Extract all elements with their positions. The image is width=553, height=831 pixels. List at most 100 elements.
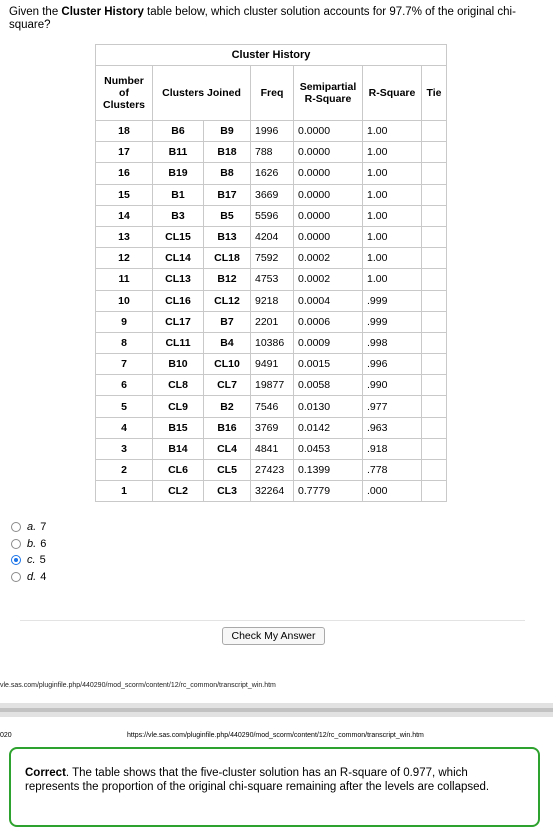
cell-rsquare: .998: [362, 331, 422, 355]
cell-freq: 32264: [250, 480, 294, 503]
table-row: 17 B11 B18 788 0.0000 1.00: [95, 141, 447, 164]
cell-rsquare: .963: [362, 416, 422, 439]
cell-semipartial-rsquare: 0.0142: [293, 416, 363, 439]
radio-button[interactable]: [11, 522, 21, 533]
cell-cluster-joined-1: CL8: [152, 374, 204, 397]
cell-tie: [421, 289, 447, 312]
cell-cluster-joined-1: CL9: [152, 395, 204, 418]
cell-cluster-joined-1: CL11: [152, 331, 204, 355]
cell-number-of-clusters: 14: [95, 204, 153, 227]
cell-semipartial-rsquare: 0.0000: [293, 141, 363, 164]
cell-freq: 4753: [250, 268, 294, 291]
cell-cluster-joined-1: CL15: [152, 225, 204, 249]
cell-semipartial-rsquare: 0.0130: [293, 395, 363, 418]
cell-rsquare: 1.00: [362, 204, 422, 227]
cell-cluster-joined-2: B8: [203, 162, 251, 185]
cell-tie: [421, 183, 447, 206]
cell-tie: [421, 247, 447, 270]
cell-cluster-joined-2: CL12: [203, 289, 251, 312]
cell-number-of-clusters: 15: [95, 183, 153, 206]
cell-cluster-joined-2: B12: [203, 268, 251, 291]
table-row: 5 CL9 B2 7546 0.0130.977: [95, 395, 447, 418]
table-row: 9 CL17 B7 2201 0.0006.999: [95, 310, 447, 333]
check-my-answer-button[interactable]: Check My Answer: [222, 627, 325, 645]
option-letter: d.: [27, 570, 37, 583]
cell-cluster-joined-1: CL6: [152, 458, 204, 482]
header-clusters-joined: Clusters Joined: [152, 65, 251, 121]
cell-tie: [421, 416, 447, 439]
divider: [20, 620, 525, 621]
cell-number-of-clusters: 7: [95, 353, 153, 376]
question-text: Given the Cluster History table below, w…: [9, 6, 544, 32]
page-url-bottom: https://vle.sas.com/pluginfile.php/44029…: [127, 732, 424, 739]
cell-cluster-joined-2: B4: [203, 331, 251, 355]
cell-semipartial-rsquare: 0.0453: [293, 437, 363, 461]
cell-tie: [421, 268, 447, 291]
cell-number-of-clusters: 13: [95, 225, 153, 249]
cell-freq: 4841: [250, 437, 294, 461]
cell-tie: [421, 162, 447, 185]
cell-number-of-clusters: 10: [95, 289, 153, 312]
cell-semipartial-rsquare: 0.0009: [293, 331, 363, 355]
cell-rsquare: .977: [362, 395, 422, 418]
cell-freq: 9218: [250, 289, 294, 312]
cell-tie: [421, 374, 447, 397]
cell-number-of-clusters: 2: [95, 458, 153, 482]
cell-semipartial-rsquare: 0.0000: [293, 225, 363, 249]
cell-cluster-joined-1: CL13: [152, 268, 204, 291]
table-row: 4 B15 B16 3769 0.0142.963: [95, 416, 447, 439]
cell-freq: 27423: [250, 458, 294, 482]
answer-option-6[interactable]: b. 6: [11, 536, 46, 553]
table-row: 1 CL2 CL3 32264 0.7779.000: [95, 480, 447, 503]
cell-cluster-joined-2: B13: [203, 225, 251, 249]
cell-rsquare: 1.00: [362, 162, 422, 185]
cell-rsquare: .918: [362, 437, 422, 461]
cell-semipartial-rsquare: 0.0015: [293, 353, 363, 376]
cell-freq: 5596: [250, 204, 294, 227]
answer-option-5[interactable]: c. 5: [11, 552, 46, 569]
answer-option-7[interactable]: a. 7: [11, 519, 46, 536]
cell-cluster-joined-2: CL18: [203, 247, 251, 270]
cell-number-of-clusters: 12: [95, 247, 153, 270]
option-letter: a.: [27, 521, 37, 534]
cell-rsquare: 1.00: [362, 141, 422, 164]
table-row: 16 B19 B8 1626 0.0000 1.00: [95, 162, 447, 185]
answer-option-4[interactable]: d. 4: [11, 569, 46, 586]
cell-number-of-clusters: 5: [95, 395, 153, 418]
option-letter: b.: [27, 537, 37, 550]
radio-button[interactable]: [11, 538, 21, 549]
cell-tie: [421, 353, 447, 376]
year-fragment: 020: [0, 732, 12, 739]
cell-tie: [421, 141, 447, 164]
table-row: 13 CL15 B13 4204 0.0000 1.00: [95, 225, 447, 249]
cell-semipartial-rsquare: 0.0006: [293, 310, 363, 333]
table-row: 18 B6 B9 1996 0.0000 1.00: [95, 119, 447, 143]
cell-cluster-joined-2: CL10: [203, 353, 251, 376]
table-row: 2 CL6 CL5 27423 0.1399.778: [95, 458, 447, 482]
cell-tie: [421, 204, 447, 227]
radio-button[interactable]: [11, 571, 21, 582]
cell-semipartial-rsquare: 0.0058: [293, 374, 363, 397]
cell-freq: 2201: [250, 310, 294, 333]
table-row: 6 CL8 CL7 19877 0.0058.990: [95, 374, 447, 397]
feedback-box: Correct. The table shows that the five-c…: [9, 747, 540, 827]
cell-rsquare: 1.00: [362, 268, 422, 291]
table-caption: Cluster History: [95, 44, 447, 66]
cell-semipartial-rsquare: 0.0000: [293, 204, 363, 227]
option-value: 5: [39, 554, 46, 567]
cell-freq: 9491: [250, 353, 294, 376]
cell-number-of-clusters: 9: [95, 310, 153, 333]
cell-rsquare: 1.00: [362, 183, 422, 206]
radio-button[interactable]: [11, 555, 21, 566]
cell-semipartial-rsquare: 0.7779: [293, 480, 363, 503]
cell-semipartial-rsquare: 0.0000: [293, 162, 363, 185]
option-value: 7: [40, 521, 47, 534]
header-rsquare: R-Square: [362, 65, 422, 121]
cell-rsquare: .990: [362, 374, 422, 397]
cell-tie: [421, 395, 447, 418]
table-row: 10 CL16 CL12 9218 0.0004.999: [95, 289, 447, 312]
cell-semipartial-rsquare: 0.0002: [293, 247, 363, 270]
cell-semipartial-rsquare: 0.0004: [293, 289, 363, 312]
cell-tie: [421, 480, 447, 503]
table-row: 12 CL14 CL18 7592 0.0002 1.00: [95, 247, 447, 270]
